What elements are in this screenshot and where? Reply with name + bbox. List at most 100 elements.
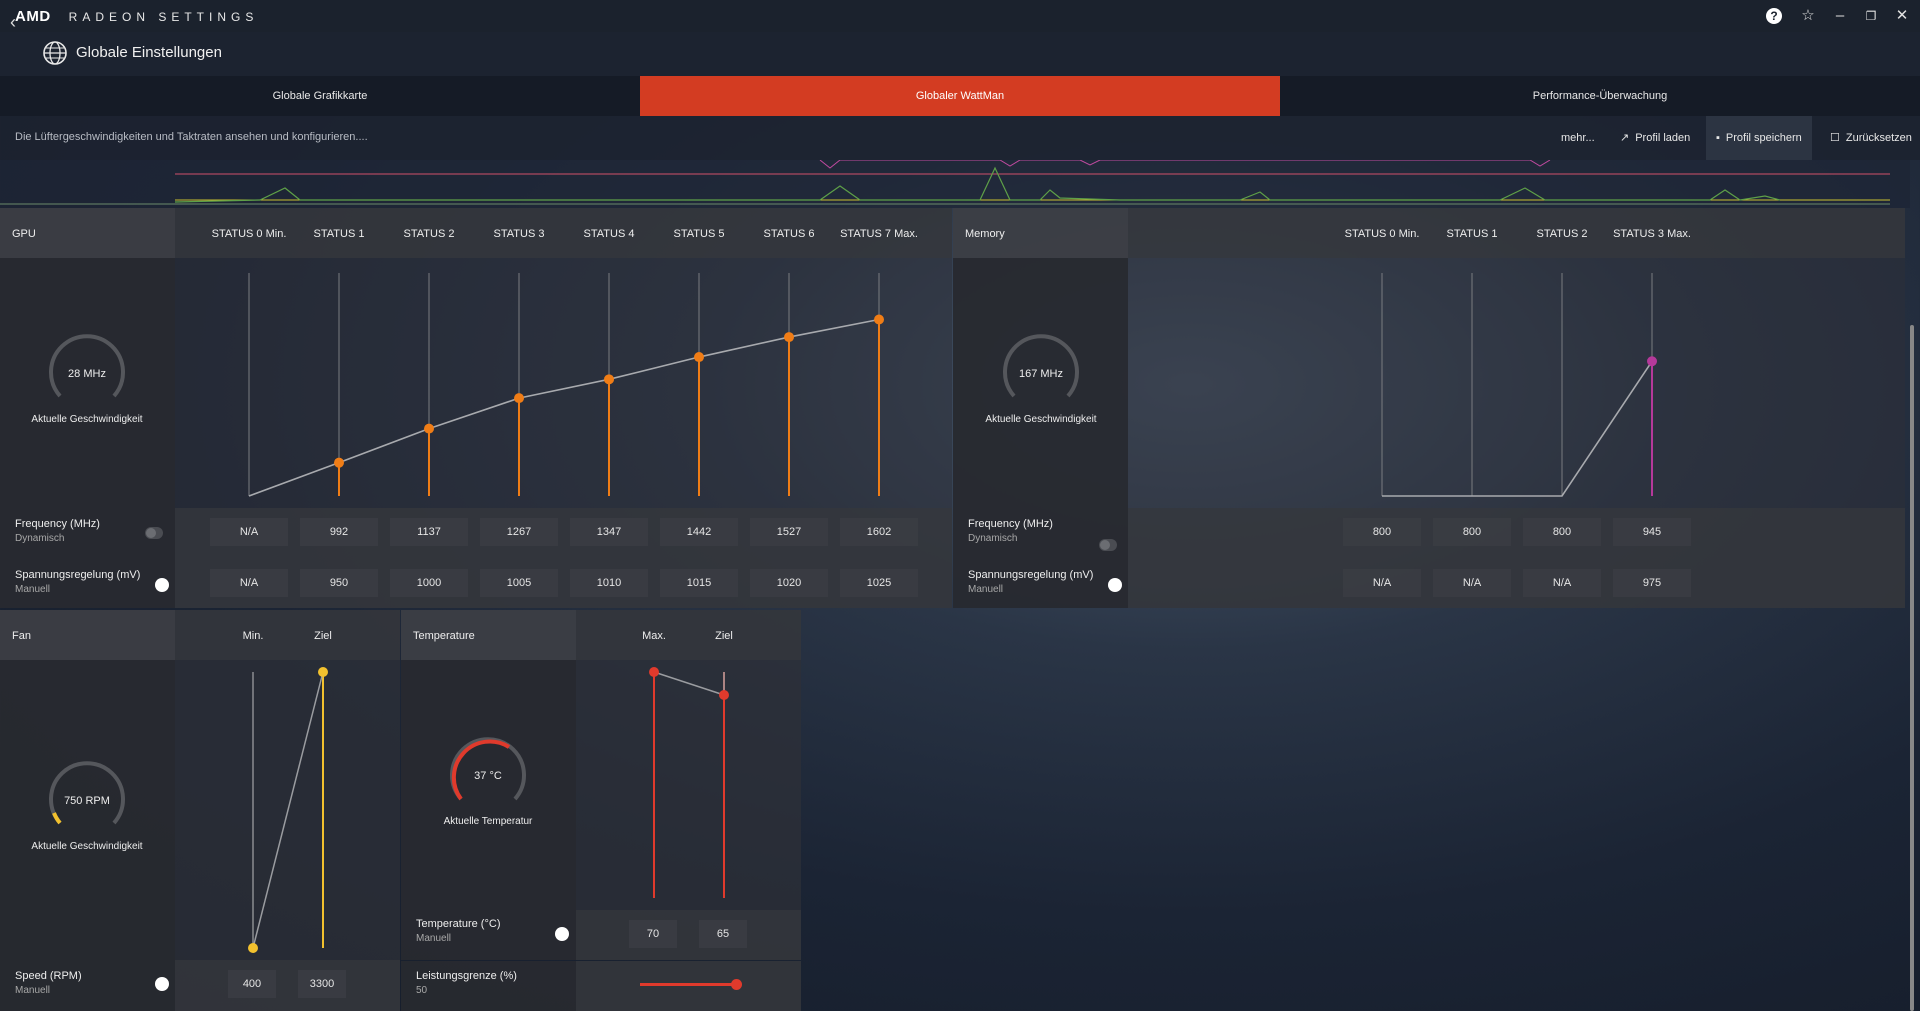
memory-voltage-input[interactable]: 975 xyxy=(1613,569,1691,597)
gpu-voltage-input[interactable]: 1010 xyxy=(570,569,648,597)
memory-voltage-input[interactable]: N/A xyxy=(1343,569,1421,597)
temperature-curve-line xyxy=(653,671,725,696)
power-limit-slider-handle[interactable] xyxy=(731,979,742,990)
tab-bar: Globale Grafikkarte Globaler WattMan Per… xyxy=(0,76,1920,116)
scrollbar[interactable] xyxy=(1910,325,1914,1011)
reset-button[interactable]: ☐ Zurücksetzen xyxy=(1820,116,1920,160)
memory-frequency-mode: Dynamisch xyxy=(968,533,1018,544)
gpu-title: GPU xyxy=(12,228,36,240)
power-values-area xyxy=(576,961,801,1011)
gpu-voltage-input[interactable]: 1015 xyxy=(660,569,738,597)
gpu-frequency-mode: Dynamisch xyxy=(15,533,65,544)
memory-frequency-input[interactable]: 800 xyxy=(1433,518,1511,546)
help-icon[interactable]: ? xyxy=(1763,6,1785,26)
gpu-voltage-input[interactable]: 1025 xyxy=(840,569,918,597)
fan-gauge-value: 750 RPM xyxy=(64,795,110,807)
gpu-voltage-label: Spannungsregelung (mV) xyxy=(15,569,141,581)
activity-graph xyxy=(0,160,1910,208)
memory-frequency-input[interactable]: 800 xyxy=(1343,518,1421,546)
more-link[interactable]: mehr... xyxy=(1551,116,1605,160)
gpu-frequency-input[interactable]: 1442 xyxy=(660,518,738,546)
globe-icon xyxy=(43,41,67,65)
gpu-frequency-input[interactable]: 1527 xyxy=(750,518,828,546)
gpu-state-chart[interactable] xyxy=(175,258,952,508)
maximize-icon[interactable]: ❐ xyxy=(1860,6,1882,26)
load-profile-button[interactable]: ↗ Profil laden xyxy=(1610,116,1700,160)
gpu-voltage-input[interactable]: 1000 xyxy=(390,569,468,597)
fan-min-handle xyxy=(248,943,258,953)
memory-voltage-label: Spannungsregelung (mV) xyxy=(968,569,1094,581)
gpu-state-handle xyxy=(604,374,614,385)
power-limit-slider-track[interactable] xyxy=(640,983,737,986)
temperature-target-input[interactable]: 65 xyxy=(699,920,747,948)
memory-title: Memory xyxy=(965,228,1005,240)
temperature-title: Temperature xyxy=(413,630,475,642)
gpu-frequency-toggle[interactable] xyxy=(145,527,163,539)
tab-performance-monitoring[interactable]: Performance-Überwachung xyxy=(1280,76,1920,116)
memory-frequency-toggle[interactable] xyxy=(1099,539,1117,551)
save-icon: ▪ xyxy=(1716,132,1720,144)
gpu-status-label: STATUS 5 xyxy=(673,228,725,240)
gpu-state-handle xyxy=(784,332,794,343)
memory-voltage-toggle[interactable] xyxy=(1108,578,1122,592)
star-icon[interactable]: ☆ xyxy=(1797,6,1819,26)
tab-global-wattman[interactable]: Globaler WattMan xyxy=(640,76,1280,116)
memory-status-label: STATUS 2 xyxy=(1536,228,1588,240)
gpu-voltage-mode: Manuell xyxy=(15,584,51,595)
gpu-voltage-label-block: Spannungsregelung (mV) Manuell xyxy=(15,569,140,595)
gpu-frequency-label-block: Frequency (MHz) Dynamisch xyxy=(15,518,100,544)
brand: AMD RADEON SETTINGS xyxy=(15,8,258,25)
gpu-gauge-label: Aktuelle Geschwindigkeit xyxy=(31,414,143,425)
gpu-voltage-input[interactable]: 950 xyxy=(300,569,378,597)
fan-col-target: Ziel xyxy=(314,630,332,642)
memory-frequency-input[interactable]: 945 xyxy=(1613,518,1691,546)
memory-state-chart[interactable] xyxy=(1128,258,1905,508)
fan-target-input[interactable]: 3300 xyxy=(298,970,346,998)
close-icon[interactable]: ✕ xyxy=(1891,6,1913,26)
gpu-frequency-input[interactable]: 1347 xyxy=(570,518,648,546)
temperature-values-area xyxy=(576,910,801,960)
gpu-frequency-input[interactable]: 1267 xyxy=(480,518,558,546)
gpu-status-label: STATUS 7 Max. xyxy=(840,228,918,240)
fan-curve-chart[interactable] xyxy=(175,660,400,960)
fan-speed-toggle[interactable] xyxy=(155,977,169,991)
info-text: Die Lüftergeschwindigkeiten und Taktrate… xyxy=(15,131,368,143)
power-limit-value: 50 xyxy=(416,985,428,996)
gpu-status-label: STATUS 2 xyxy=(403,228,455,240)
memory-gauge-label: Aktuelle Geschwindigkeit xyxy=(985,414,1097,425)
memory-gauge-value: 167 MHz xyxy=(1018,368,1064,380)
gpu-voltage-input[interactable]: 1020 xyxy=(750,569,828,597)
gpu-frequency-input[interactable]: N/A xyxy=(210,518,288,546)
fan-min-input[interactable]: 400 xyxy=(228,970,276,998)
gpu-state-handle xyxy=(874,314,884,325)
minimize-icon[interactable]: – xyxy=(1829,6,1851,26)
memory-voltage-input[interactable]: N/A xyxy=(1523,569,1601,597)
gpu-gauge-value: 28 MHz xyxy=(68,368,106,380)
gpu-state-handle xyxy=(694,352,704,363)
memory-voltage-input[interactable]: N/A xyxy=(1433,569,1511,597)
temperature-curve-chart[interactable] xyxy=(576,660,801,910)
memory-frequency-input[interactable]: 800 xyxy=(1523,518,1601,546)
gpu-frequency-input[interactable]: 1602 xyxy=(840,518,918,546)
save-profile-label: Profil speichern xyxy=(1725,132,1802,144)
save-profile-button[interactable]: ▪ Profil speichern xyxy=(1706,116,1812,160)
gpu-frequency-input[interactable]: 1137 xyxy=(390,518,468,546)
title-bar xyxy=(0,0,1920,32)
temperature-gauge-label: Aktuelle Temperatur xyxy=(443,816,533,827)
temperature-toggle[interactable] xyxy=(555,927,569,941)
gpu-voltage-input[interactable]: 1005 xyxy=(480,569,558,597)
page-title: Globale Einstellungen xyxy=(76,44,222,61)
temperature-label-block: Temperature (°C) Manuell xyxy=(416,918,500,944)
temperature-max-input[interactable]: 70 xyxy=(629,920,677,948)
back-icon[interactable]: ‹ xyxy=(10,12,30,32)
gpu-voltage-input[interactable]: N/A xyxy=(210,569,288,597)
gpu-status-label: STATUS 1 xyxy=(313,228,365,240)
gpu-voltage-toggle[interactable] xyxy=(155,578,169,592)
temperature-target-handle xyxy=(719,690,729,700)
temperature-col-target: Ziel xyxy=(715,630,733,642)
tab-global-graphics[interactable]: Globale Grafikkarte xyxy=(0,76,640,116)
memory-frequency-label-block: Frequency (MHz) Dynamisch xyxy=(968,518,1053,544)
gpu-status-label: STATUS 4 xyxy=(583,228,635,240)
memory-frequency-label: Frequency (MHz) xyxy=(968,518,1053,530)
gpu-frequency-input[interactable]: 992 xyxy=(300,518,378,546)
